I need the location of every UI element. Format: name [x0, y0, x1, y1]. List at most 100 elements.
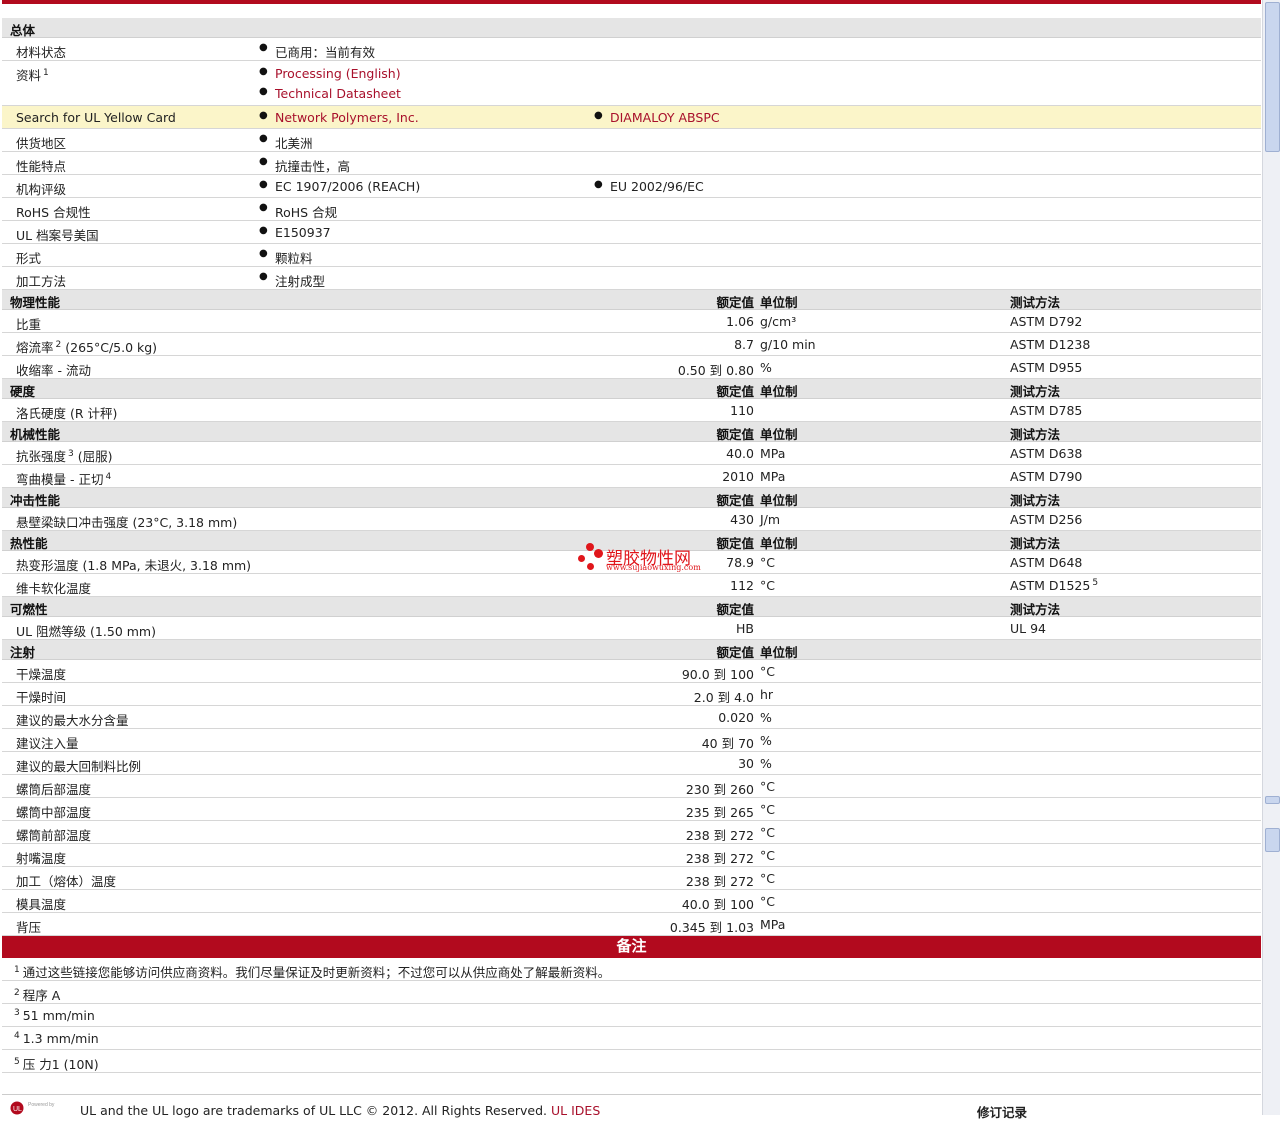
col-unit-header: 单位制: [760, 295, 798, 310]
property-label: 背压: [16, 920, 42, 935]
col-nominal-header: 额定值: [716, 295, 754, 310]
property-label: 悬壁梁缺口冲击强度 (23°C, 3.18 mm): [16, 515, 238, 530]
property-row: 背压 0.345 到 1.03 MPa: [2, 913, 1261, 936]
property-label: 干燥时间: [16, 690, 67, 705]
property-label: 螺筒中部温度: [16, 805, 92, 820]
property-value: HB: [736, 621, 754, 636]
note-item: 3 51 mm/min: [2, 1004, 1261, 1027]
property-label: 螺筒前部温度: [16, 828, 92, 843]
property-test-method: ASTM D1238: [1010, 337, 1091, 352]
property-row: 螺筒中部温度 235 到 265 °C: [2, 798, 1261, 821]
property-label: 弯曲模量 - 正切 4: [16, 471, 112, 487]
section-hardness-header: 硬度 额定值 单位制 测试方法: [2, 379, 1261, 399]
supplier-link[interactable]: Network Polymers, Inc.: [259, 110, 419, 125]
property-value: 90.0 到 100: [681, 667, 754, 682]
row-ul-file: UL 档案号美国 E150937: [2, 221, 1261, 244]
property-row: UL 阻燃等级 (1.50 mm) HB UL 94: [2, 617, 1261, 640]
note-item: 5压 力1 (10N): [2, 1050, 1261, 1073]
property-row: 建议注入量 40 到 70 %: [2, 729, 1261, 752]
property-value: 2.0 到 4.0: [693, 690, 754, 705]
property-test-method: ASTM D648: [1010, 555, 1083, 570]
section-injection-header: 注射 额定值 单位制: [2, 640, 1261, 660]
property-value: 0.020: [718, 710, 754, 725]
row-ul-yellow-card: Search for UL Yellow Card Network Polyme…: [2, 106, 1261, 129]
property-label: 加工（熔体）温度: [16, 874, 117, 889]
property-label: 模具温度: [16, 897, 67, 912]
property-unit: %: [760, 756, 772, 771]
property-unit: °C: [760, 578, 775, 593]
property-unit: %: [760, 360, 772, 375]
property-row: 螺筒前部温度 238 到 272 °C: [2, 821, 1261, 844]
section-title: 物理性能: [10, 295, 61, 310]
note-item: 2 程序 A: [2, 981, 1261, 1004]
property-unit: J/m: [760, 512, 781, 527]
section-title: 总体: [10, 23, 36, 38]
property-unit: g/10 min: [760, 337, 816, 352]
watermark-url: www.sujiaowuxing.com: [606, 563, 701, 572]
vertical-scrollbar[interactable]: [1262, 0, 1280, 1115]
datasheet: 总体 材料状态 已商用：当前有效 资料1 Processing (English…: [2, 0, 1261, 1073]
notes-header: 备注: [2, 936, 1261, 958]
property-value: 30: [738, 756, 754, 771]
section-title: 硬度: [10, 384, 36, 399]
section-title: 可燃性: [10, 602, 48, 617]
section-general-header: 总体: [2, 18, 1261, 38]
col-test-header: 测试方法: [1010, 602, 1061, 617]
property-value: 0.345 到 1.03: [669, 920, 754, 935]
property-row: 洛氏硬度 (R 计秤) 110 ASTM D785: [2, 399, 1261, 422]
property-label: 建议的最大水分含量: [16, 713, 129, 728]
property-value: 112: [730, 578, 754, 593]
property-label: UL 阻燃等级 (1.50 mm): [16, 624, 156, 639]
section-mechanical-header: 机械性能 额定值 单位制 测试方法: [2, 422, 1261, 442]
section-title: 热性能: [10, 536, 48, 551]
property-row: 悬壁梁缺口冲击强度 (23°C, 3.18 mm) 430 J/m ASTM D…: [2, 508, 1261, 531]
property-value: 238 到 272: [685, 874, 754, 889]
col-nominal-header: 额定值: [716, 493, 754, 508]
property-unit: g/cm³: [760, 314, 797, 329]
property-unit: °C: [760, 894, 775, 909]
property-row: 干燥时间 2.0 到 4.0 hr: [2, 683, 1261, 706]
col-test-header: 测试方法: [1010, 427, 1061, 442]
row-rohs: RoHS 合规性 RoHS 合规: [2, 198, 1261, 221]
ul-ides-link[interactable]: UL IDES: [551, 1103, 600, 1118]
property-row: 比重 1.06 g/cm³ ASTM D792: [2, 310, 1261, 333]
datasheet-link[interactable]: Technical Datasheet: [259, 86, 401, 101]
scrollbar-marker: [1265, 796, 1280, 804]
property-value: 235 到 265: [685, 805, 754, 820]
property-unit: MPa: [760, 469, 786, 484]
notes-list: 1 通过这些链接您能够访问供应商资料。我们尽量保证及时更新资料；不过您可以从供应商…: [2, 958, 1261, 1073]
copyright-text: UL and the UL logo are trademarks of UL …: [80, 1103, 548, 1118]
property-row: 模具温度 40.0 到 100 °C: [2, 890, 1261, 913]
section-title: 冲击性能: [10, 493, 61, 508]
scrollbar-thumb[interactable]: [1265, 2, 1280, 152]
property-unit: %: [760, 710, 772, 725]
property-unit: °C: [760, 779, 775, 794]
revision-history-link[interactable]: 修订记录: [977, 1102, 1027, 1121]
row-process: 加工方法 注射成型: [2, 267, 1261, 290]
property-value: 2010: [722, 469, 754, 484]
col-unit-header: 单位制: [760, 645, 798, 660]
row-material-status: 材料状态 已商用：当前有效: [2, 38, 1261, 61]
section-title: 机械性能: [10, 427, 61, 442]
col-nominal-header: 额定值: [716, 602, 754, 617]
property-value: 230 到 260: [685, 782, 754, 797]
property-row: 建议的最大水分含量 0.020 %: [2, 706, 1261, 729]
property-label: 热变形温度 (1.8 MPa, 未退火, 3.18 mm): [16, 558, 252, 573]
col-nominal-header: 额定值: [716, 645, 754, 660]
note-item: 4 1.3 mm/min: [2, 1027, 1261, 1050]
property-value: 238 到 272: [685, 828, 754, 843]
property-label: 建议的最大回制料比例: [16, 759, 142, 774]
property-value: 430: [730, 512, 754, 527]
property-test-method: ASTM D785: [1010, 403, 1083, 418]
section-impact-header: 冲击性能 额定值 单位制 测试方法: [2, 488, 1261, 508]
property-value: 8.7: [734, 337, 754, 352]
property-label: 维卡软化温度: [16, 581, 92, 596]
property-row: 收缩率 - 流动 0.50 到 0.80 % ASTM D955: [2, 356, 1261, 379]
section-title: 注射: [10, 645, 36, 660]
property-unit: °C: [760, 825, 775, 840]
property-test-method: ASTM D792: [1010, 314, 1083, 329]
svg-text:UL: UL: [13, 1106, 22, 1113]
processing-link[interactable]: Processing (English): [259, 66, 401, 81]
product-link[interactable]: DIAMALOY ABSPC: [594, 110, 720, 125]
property-value: 78.9: [726, 555, 754, 570]
